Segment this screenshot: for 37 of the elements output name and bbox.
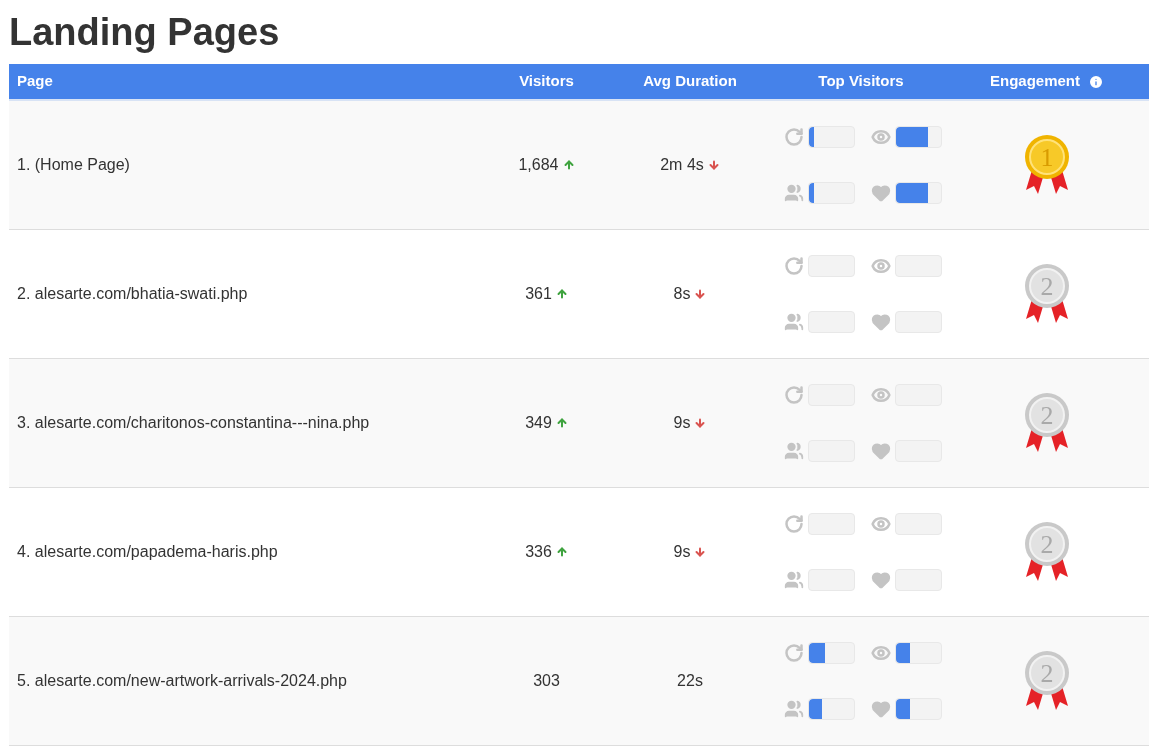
info-icon[interactable] [1088,73,1104,90]
eye-icon [871,127,891,147]
people-icon [784,183,804,203]
people-icon [784,699,804,719]
column-header: Visitors [518,71,575,92]
people-icon [784,312,804,332]
refresh-icon [784,256,804,276]
people-icon [784,570,804,590]
eye-icon [871,514,891,534]
duration-cell-text: 8s [673,284,691,304]
duration-cell-text: 9s [673,542,691,562]
column-header: Page [16,71,54,92]
page-cell-text: 5. alesarte.com/new-artwork-arrivals-2024.php [16,671,348,691]
eye-icon [871,256,891,276]
eye-icon [871,643,891,663]
page-title: Landing Pages [9,10,281,55]
duration-cell-text: 9s [673,413,691,433]
visitors-cell-text: 349 [525,413,552,433]
column-header: Top Visitors [817,71,905,92]
page-cell-text: 2. alesarte.com/bhatia-swati.php [16,284,249,304]
visitors-cell-text: 336 [525,542,552,562]
page-cell-text: 4. alesarte.com/papadema-haris.php [16,542,279,562]
eye-icon [871,385,891,405]
refresh-icon [784,514,804,534]
refresh-icon [784,643,804,663]
people-icon [784,441,804,461]
visitors-cell-text: 1,684 [518,155,559,175]
page-cell-text: 1. (Home Page) [16,155,131,175]
visitors-cell-text: 361 [525,284,552,304]
duration-cell-text: 22s [677,671,703,691]
column-header: Engagement [990,71,1080,92]
refresh-icon [784,127,804,147]
duration-cell-text: 2m 4s [660,155,704,175]
refresh-icon [784,385,804,405]
column-header: Avg Duration [642,71,738,92]
visitors-cell-text: 303 [533,671,560,691]
page-cell-text: 3. alesarte.com/charitonos-constantina---nina.php [16,413,371,433]
